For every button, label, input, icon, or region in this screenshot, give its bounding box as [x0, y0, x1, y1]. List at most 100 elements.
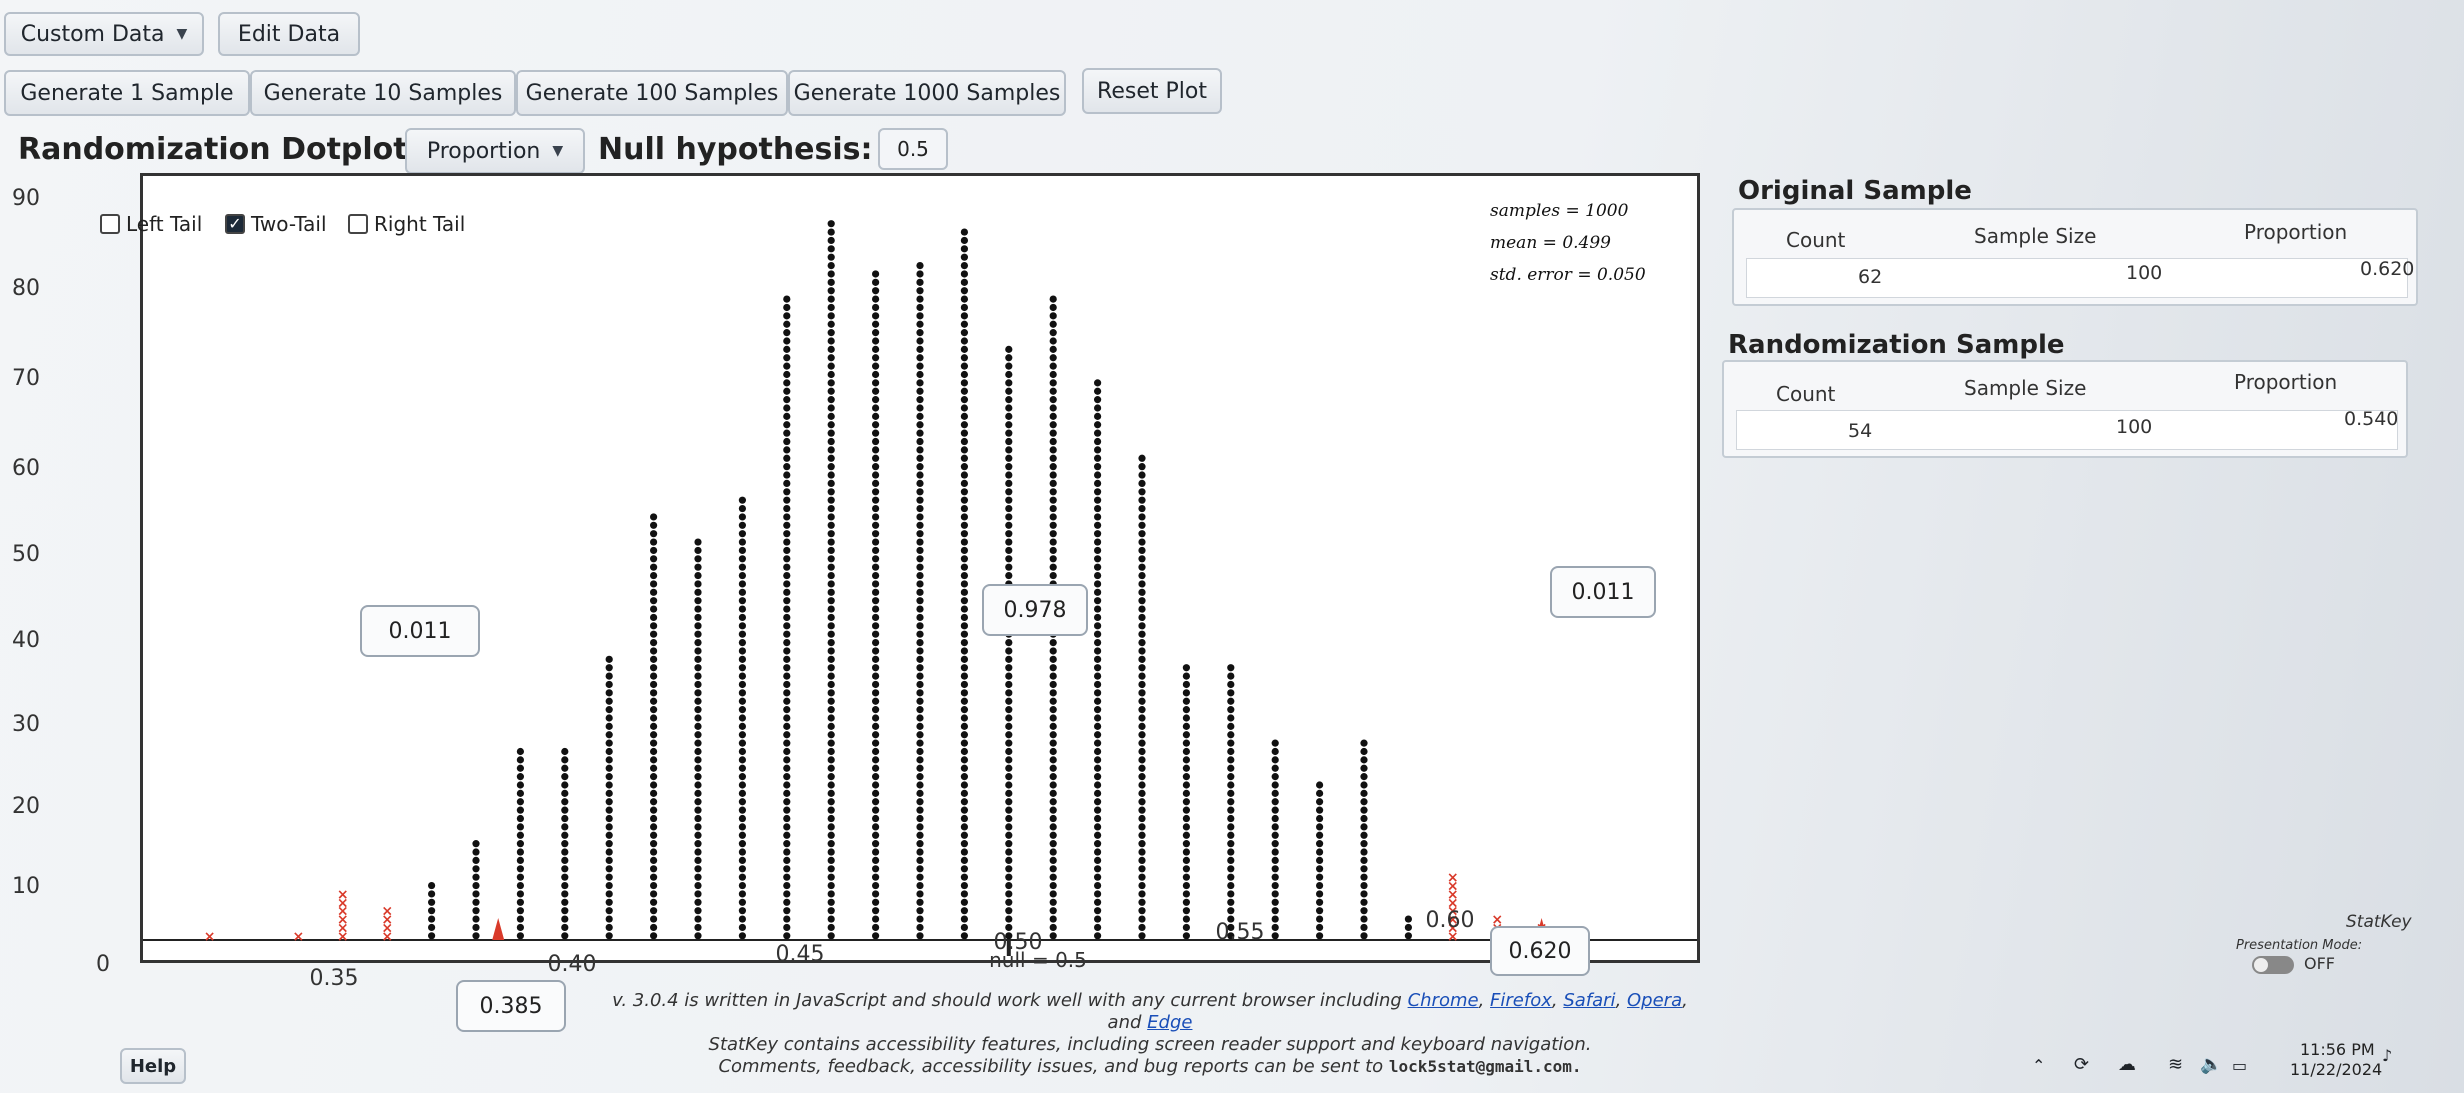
- dot: [1360, 764, 1368, 772]
- safari-link[interactable]: Safari: [1563, 990, 1615, 1011]
- dot: [1182, 814, 1190, 823]
- dot: [1049, 798, 1057, 806]
- firefox-link[interactable]: Firefox: [1490, 990, 1552, 1011]
- dot: [827, 295, 835, 303]
- sync-icon[interactable]: ⟳: [2074, 1054, 2089, 1075]
- edge-link[interactable]: Edge: [1147, 1012, 1192, 1033]
- dot: [960, 504, 969, 513]
- dot: [605, 731, 613, 739]
- statistic-dropdown[interactable]: Proportion ▼: [405, 128, 585, 174]
- generate-1-sample-button[interactable]: Generate 1 Sample: [4, 70, 250, 116]
- dot: [1094, 697, 1102, 705]
- two-tail-checkbox[interactable]: ✓ Two-Tail: [225, 212, 327, 236]
- dot: [916, 421, 924, 429]
- dot: [960, 228, 969, 236]
- dot: [872, 479, 880, 488]
- cloud-icon[interactable]: ☁: [2118, 1054, 2136, 1075]
- notification-bell-icon[interactable]: ♪: [2382, 1046, 2392, 1065]
- dot: [1049, 329, 1057, 337]
- dot-column-0.42: [650, 513, 658, 940]
- dot: [783, 680, 791, 689]
- dot: [872, 580, 880, 588]
- wifi-icon[interactable]: ≋: [2168, 1054, 2183, 1075]
- dot: [738, 722, 747, 730]
- dot: [1404, 915, 1412, 923]
- dot: [1360, 848, 1368, 856]
- volume-icon[interactable]: 🔈: [2200, 1054, 2222, 1075]
- dot: [1182, 789, 1190, 797]
- dot: [650, 806, 658, 814]
- dot: [1138, 789, 1146, 797]
- x-tick-055: 0.55: [1215, 920, 1265, 945]
- dot: [561, 747, 569, 756]
- dot: [827, 873, 835, 881]
- left-tail-proportion[interactable]: 0.011: [360, 605, 480, 657]
- dot: [605, 923, 613, 932]
- reset-plot-button[interactable]: Reset Plot: [1082, 68, 1222, 114]
- right-tail-checkbox[interactable]: Right Tail: [348, 212, 465, 236]
- battery-icon[interactable]: ▭: [2232, 1056, 2247, 1075]
- dot: [650, 840, 658, 848]
- dot: [738, 689, 747, 697]
- generate-10-samples-button[interactable]: Generate 10 Samples: [250, 70, 516, 116]
- dot: [1049, 789, 1057, 797]
- dot-column-0.4: [561, 747, 569, 940]
- dot: [1316, 923, 1324, 932]
- dot: [516, 831, 524, 839]
- dot: [1094, 538, 1102, 546]
- dot: [872, 907, 880, 915]
- right-tail-proportion[interactable]: 0.011: [1550, 566, 1656, 618]
- dot: [605, 840, 613, 848]
- contact-email[interactable]: lock5stat@gmail.com.: [1389, 1057, 1582, 1076]
- dot: [650, 756, 658, 764]
- generate-1000-samples-button[interactable]: Generate 1000 Samples: [788, 70, 1066, 116]
- dot: [1049, 488, 1057, 496]
- dot: [827, 404, 835, 412]
- dot: [872, 655, 880, 663]
- dot: [1138, 647, 1146, 655]
- dot: [1182, 923, 1190, 932]
- dot: [916, 907, 924, 915]
- left-cutoff-box[interactable]: 0.385: [456, 980, 566, 1032]
- opera-link[interactable]: Opera: [1627, 990, 1682, 1011]
- dot: [1005, 731, 1013, 739]
- dot: [872, 789, 880, 797]
- dot: [960, 840, 969, 848]
- clock-date[interactable]: 11/22/2024: [2290, 1060, 2382, 1079]
- dot: [827, 571, 835, 580]
- dot: [916, 571, 924, 580]
- right-cutoff-box[interactable]: 0.620: [1490, 926, 1590, 976]
- dot: [960, 245, 969, 253]
- left-cutoff-marker[interactable]: [492, 918, 505, 940]
- help-button[interactable]: Help: [120, 1048, 186, 1084]
- dot: [1360, 806, 1368, 814]
- footer-line-3: Comments, feedback, accessibility issues…: [600, 1056, 1700, 1078]
- edit-data-button[interactable]: Edit Data: [218, 12, 360, 56]
- dot: [960, 923, 969, 932]
- chevron-down-icon: ▼: [552, 143, 564, 159]
- original-sample-size-header: Sample Size: [1974, 224, 2097, 248]
- dot: [561, 865, 569, 873]
- clock-time[interactable]: 11:56 PM: [2300, 1040, 2375, 1059]
- dot: [827, 672, 835, 680]
- dot: [1005, 689, 1013, 697]
- custom-data-dropdown[interactable]: Custom Data ▼: [4, 12, 204, 56]
- left-tail-checkbox[interactable]: Left Tail: [100, 212, 202, 236]
- chrome-link[interactable]: Chrome: [1408, 990, 1479, 1011]
- dot: [960, 253, 969, 261]
- dot: [916, 647, 924, 655]
- presentation-mode-toggle[interactable]: [2252, 956, 2294, 974]
- dot: [1049, 312, 1057, 320]
- dot: [783, 739, 791, 747]
- dot: [783, 789, 791, 797]
- dot: [1049, 739, 1057, 747]
- null-p-input[interactable]: 0.5: [878, 128, 948, 170]
- dot: [960, 471, 969, 479]
- generate-100-samples-button[interactable]: Generate 100 Samples: [516, 70, 788, 116]
- dot: [1138, 739, 1146, 747]
- dot: [1182, 898, 1190, 906]
- dot: [694, 597, 702, 605]
- dot: [694, 571, 702, 580]
- chevron-up-icon[interactable]: ⌃: [2032, 1056, 2045, 1075]
- dot: [1227, 798, 1235, 806]
